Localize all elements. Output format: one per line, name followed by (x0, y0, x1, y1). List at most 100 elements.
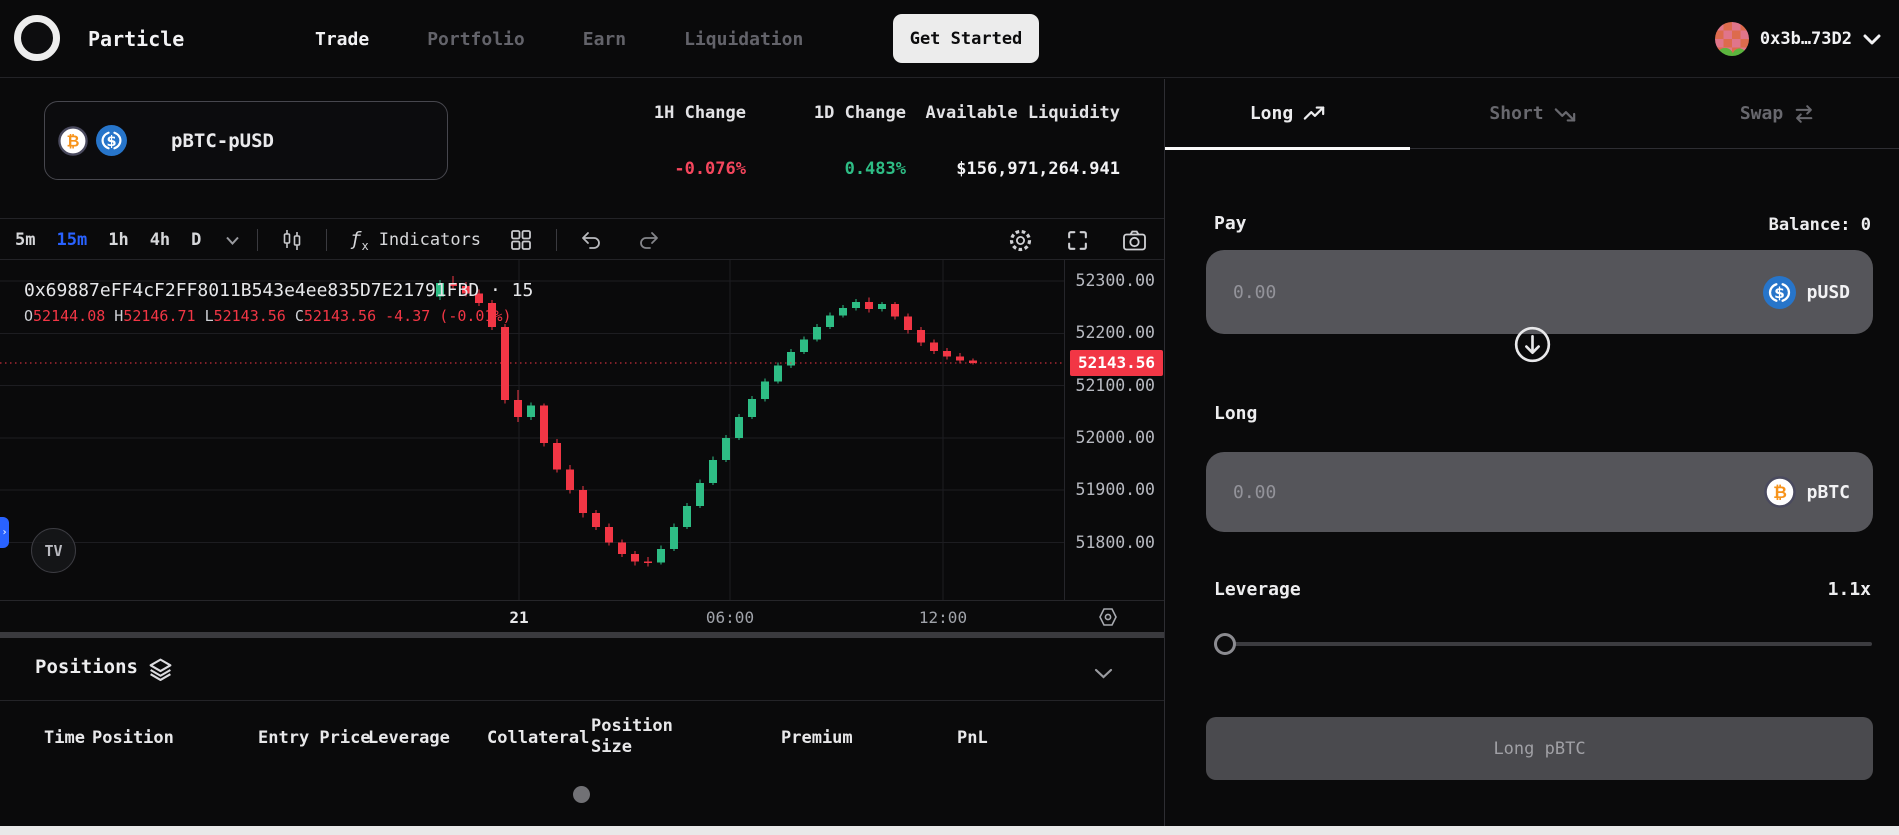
last-price-tag: 52143.56 (1070, 350, 1163, 376)
candle (514, 400, 522, 417)
price-chart[interactable]: 0x69887eFF4cF2FF8011B543e4ee835D7E21791F… (0, 260, 1164, 600)
tradingview-logo-icon[interactable]: TV (31, 528, 76, 573)
nav-item-earn[interactable]: Earn (583, 29, 626, 50)
candle (735, 417, 743, 438)
pay-amount-input[interactable] (1206, 250, 1763, 334)
candle (904, 317, 912, 331)
leverage-slider-knob[interactable] (1214, 633, 1236, 655)
svg-text:₿: ₿ (67, 131, 80, 150)
horizontal-scrollbar-thumb[interactable] (573, 786, 590, 803)
candle (605, 527, 613, 543)
interval-5m[interactable]: 5m (15, 230, 35, 250)
candle (917, 330, 925, 343)
svg-text:$: $ (1774, 284, 1785, 302)
price-axis-label: 52000.00 (1076, 428, 1155, 447)
column-header-pnl: PnL (957, 728, 988, 748)
fullscreen-icon[interactable] (1065, 228, 1090, 253)
market-pair-selector[interactable]: ₿ $ pBTC-pUSD (44, 101, 448, 180)
candle (787, 352, 795, 366)
ohlc-value: 52144.08 (33, 307, 105, 325)
gear-icon[interactable] (1007, 227, 1034, 254)
nav-item-liquidation[interactable]: Liquidation (684, 29, 803, 50)
nav-item-trade[interactable]: Trade (315, 29, 369, 50)
leverage-slider[interactable] (1214, 633, 1872, 655)
column-header-leverage: Leverage (368, 728, 450, 748)
long-section-label: Long (1214, 403, 1257, 424)
wallet-address: 0x3b…73D2 (1760, 29, 1852, 49)
arrow-down-circle-icon[interactable] (1508, 320, 1557, 369)
leverage-slider-track[interactable] (1214, 642, 1872, 646)
swap-icon (1793, 103, 1815, 125)
time-axis[interactable]: 2106:0012:00 (0, 600, 1164, 632)
tab-long[interactable]: Long (1165, 79, 1410, 148)
wallet-menu[interactable]: 0x3b…73D2 (1715, 0, 1881, 78)
interval-15m[interactable]: 15m (56, 230, 87, 250)
particle-logo-icon[interactable] (14, 15, 60, 61)
candle (657, 549, 665, 563)
toolbar-separator (326, 229, 327, 251)
stat-value: -0.076% (654, 159, 746, 179)
stat-label: Available Liquidity (926, 103, 1120, 123)
price-axis-label: 52300.00 (1076, 271, 1155, 290)
price-axis-label: 51900.00 (1076, 480, 1155, 499)
candle (839, 308, 847, 315)
pay-token-chip: $ pUSD (1763, 276, 1873, 309)
candle (800, 340, 808, 353)
candle (670, 527, 678, 549)
chart-ohlc-legend: O52144.08H52146.71L52143.56C52143.56-4.3… (24, 307, 512, 325)
app-root: Particle TradePortfolioEarnLiquidation G… (0, 0, 1899, 835)
interval-1h[interactable]: 1h (108, 230, 128, 250)
interval-4h[interactable]: 4h (150, 230, 170, 250)
long-submit-button[interactable]: Long pBTC (1206, 717, 1873, 780)
svg-text:₿: ₿ (1773, 483, 1787, 503)
candle (592, 513, 600, 527)
layout-grid-icon[interactable] (508, 220, 534, 260)
candle (930, 343, 938, 351)
positions-collapse-chevron-icon[interactable] (1094, 664, 1113, 683)
candle (878, 304, 886, 309)
tab-short[interactable]: Short (1410, 79, 1655, 148)
svg-text:$: $ (106, 134, 116, 150)
long-amount-box: ₿ pBTC (1206, 452, 1873, 532)
market-stat: Available Liquidity $156,971,264.941 (926, 103, 1120, 179)
ohlc-value: 52143.56 (304, 307, 376, 325)
column-header-collateral: Collateral (487, 728, 589, 748)
long-token-label: pBTC (1807, 482, 1850, 503)
candle (774, 366, 782, 382)
camera-icon[interactable] (1121, 227, 1148, 254)
get-started-button[interactable]: Get Started (893, 14, 1039, 63)
candle (566, 469, 574, 490)
drawing-toolbar-toggle[interactable]: › (0, 517, 9, 548)
stat-label: 1H Change (654, 103, 746, 123)
interval-d[interactable]: D (191, 230, 201, 250)
pay-token-label: pUSD (1807, 282, 1850, 303)
ohlc-value: 52146.71 (123, 307, 195, 325)
positions-title: Positions (35, 656, 138, 678)
trending-up-icon (1303, 103, 1325, 125)
session-breaks-icon[interactable] (1096, 605, 1120, 629)
column-header-entry-price: Entry Price (258, 728, 371, 748)
candlestick-style-icon[interactable] (280, 220, 304, 260)
usdc-icon: $ (96, 125, 127, 156)
tab-label: Short (1489, 103, 1543, 124)
undo-icon[interactable] (578, 220, 604, 260)
time-axis-label: 06:00 (690, 608, 770, 627)
interval-dropdown-chevron-icon[interactable] (225, 220, 240, 260)
column-header-premium: Premium (781, 728, 853, 748)
usdc-icon: $ (1763, 276, 1796, 309)
trade-tabs: Long Short Swap (1165, 79, 1899, 149)
main-nav: Trade Portfolio Earn Liquidation (315, 0, 803, 78)
candle (540, 405, 548, 443)
page-horizontal-scrollbar[interactable] (0, 826, 1899, 835)
nav-item-portfolio[interactable]: Portfolio (427, 29, 525, 50)
tab-swap[interactable]: Swap (1655, 79, 1899, 148)
stat-value: 0.483% (814, 159, 906, 179)
long-amount-input[interactable] (1206, 452, 1764, 532)
redo-icon[interactable] (636, 220, 662, 260)
indicators-button[interactable]: ƒx Indicators (350, 220, 481, 260)
stat-value: $156,971,264.941 (926, 159, 1120, 179)
fx-icon: ƒx (350, 228, 369, 253)
chart-scrollbar[interactable] (0, 632, 1164, 638)
ohlc-key: L (205, 307, 214, 325)
candle (579, 490, 587, 513)
